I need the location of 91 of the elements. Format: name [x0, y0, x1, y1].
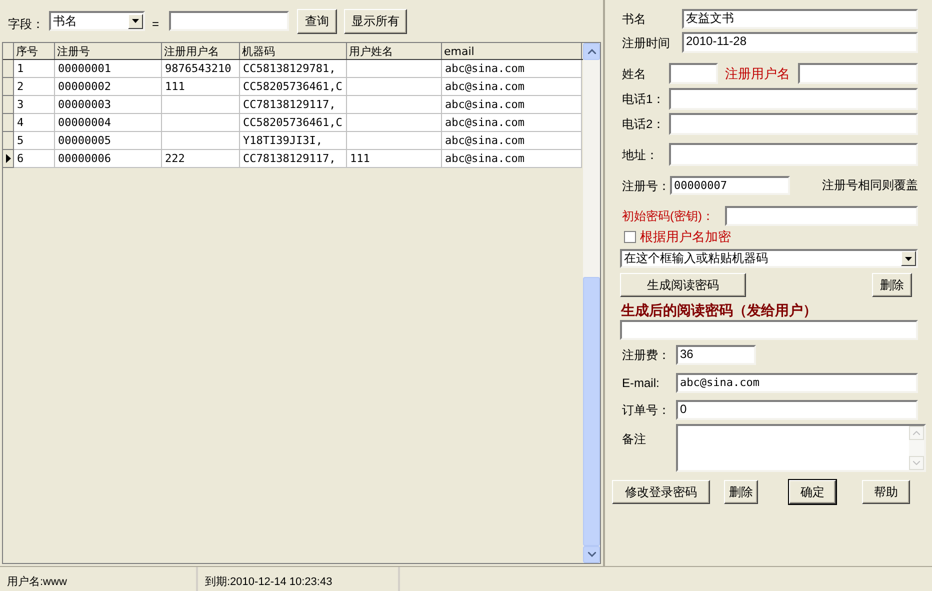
field-label: 姓名: [622, 66, 647, 82]
column-header[interactable]: 注册号: [55, 43, 162, 59]
change-password-button[interactable]: 修改登录密码: [612, 480, 710, 504]
query-button[interactable]: 查询: [297, 8, 338, 34]
table-cell: 00000004: [55, 114, 162, 132]
vertical-scrollbar[interactable]: [583, 43, 600, 563]
table-cell: 00000005: [55, 132, 162, 150]
chevron-down-icon: [588, 552, 596, 557]
table-cell: 00000001: [55, 60, 162, 78]
input-field[interactable]: 36: [676, 345, 756, 365]
input-field[interactable]: [669, 63, 718, 84]
input-field[interactable]: [669, 113, 918, 135]
field-label: 电话2：: [622, 116, 666, 133]
table-cell: CC58205736461,C: [240, 78, 347, 96]
input-field[interactable]: 友益文书: [682, 9, 918, 29]
scroll-down-button[interactable]: [583, 546, 600, 563]
help-button[interactable]: 帮助: [862, 480, 910, 504]
checkbox-label: 根据用户名加密: [640, 228, 731, 246]
table-cell: abc@sina.com: [442, 60, 582, 78]
status-text: 用户名:www: [0, 567, 198, 591]
table-cell: 111: [162, 78, 240, 96]
ok-button[interactable]: 确定: [789, 480, 836, 504]
column-header[interactable]: 序号: [14, 43, 55, 59]
dropdown-arrow-icon: [905, 256, 912, 260]
chevron-up-icon: [913, 431, 920, 435]
table-cell: 222: [162, 150, 240, 168]
table-cell: CC78138129117,: [240, 96, 347, 114]
delete-button[interactable]: 删除: [872, 273, 912, 297]
table-cell: CC78138129117,: [240, 150, 347, 168]
field-label: E-mail:: [622, 375, 660, 392]
table-cell: CC58138129781,: [240, 60, 347, 78]
table-cell: 4: [14, 114, 55, 132]
table-cell: Y18TI39JI3I,: [240, 132, 347, 150]
table-cell: abc@sina.com: [442, 96, 582, 114]
table-cell: abc@sina.com: [442, 78, 582, 96]
field-label: 电话1：: [622, 91, 666, 108]
checkbox[interactable]: [624, 231, 636, 243]
dropdown-arrow-icon: [132, 19, 139, 23]
table-cell: 9876543210: [162, 60, 240, 78]
input-field[interactable]: [669, 143, 918, 166]
table-cell: 2: [14, 78, 55, 96]
input-field[interactable]: 2010-11-28: [682, 32, 918, 53]
table-cell: 1: [14, 60, 55, 78]
section-heading: 生成后的阅读密码（发给用户）: [621, 301, 817, 320]
column-header[interactable]: 机器码: [240, 43, 347, 59]
table-cell: 00000002: [55, 78, 162, 96]
field-label: 注册用户名: [725, 64, 791, 83]
table-cell: CC58205736461,C: [240, 114, 347, 132]
delete-button[interactable]: 删除: [724, 480, 758, 504]
field-label: 书名: [622, 11, 647, 28]
table-cell: 111: [347, 150, 442, 168]
equals-sign: =: [152, 16, 160, 33]
field-label: 字段：: [8, 16, 45, 33]
scroll-thumb[interactable]: [583, 277, 600, 546]
field-label: 订单号：: [622, 402, 671, 419]
table-cell: 6: [14, 150, 55, 168]
search-field[interactable]: [169, 11, 290, 31]
generate-password-button[interactable]: 生成阅读密码: [620, 273, 746, 297]
column-header[interactable]: 注册用户名: [162, 43, 240, 59]
field-label: 注册费：: [622, 347, 671, 364]
show-all-button[interactable]: 显示所有: [344, 8, 408, 34]
input-field[interactable]: [669, 88, 918, 110]
table-cell: 00000003: [55, 96, 162, 114]
table-cell: abc@sina.com: [442, 114, 582, 132]
input-field[interactable]: abc@sina.com: [676, 373, 918, 393]
input-field[interactable]: [725, 206, 918, 226]
password-output-field[interactable]: [620, 320, 918, 340]
machine-code-combo[interactable]: 在这个框输入或粘贴机器码: [620, 249, 918, 268]
table-cell: 00000006: [55, 150, 162, 168]
input-field[interactable]: 00000007: [670, 176, 790, 195]
scroll-up-button[interactable]: [583, 43, 600, 60]
field-dropdown[interactable]: 书名: [49, 11, 145, 31]
chevron-up-icon: [588, 49, 596, 54]
table-cell: abc@sina.com: [442, 132, 582, 150]
input-field[interactable]: [798, 63, 918, 84]
status-text: 到期:2010-12-14 10:23:43: [198, 567, 400, 591]
chevron-down-icon: [913, 461, 920, 465]
table-cell: 5: [14, 132, 55, 150]
column-header[interactable]: 用户姓名: [347, 43, 442, 59]
current-row-icon: [6, 154, 10, 163]
field-label: 注册号：: [622, 178, 670, 194]
column-header[interactable]: email: [442, 43, 582, 59]
input-field[interactable]: 0: [676, 400, 918, 420]
field-label: 初始密码(密钥)：: [622, 208, 715, 225]
field-label: 注册时间: [622, 34, 671, 52]
table-cell: abc@sina.com: [442, 150, 582, 168]
field-label: 地址：: [622, 146, 659, 164]
row-selector[interactable]: [3, 150, 14, 168]
hint-text: 注册号相同则覆盖: [822, 177, 918, 194]
table-cell: 3: [14, 96, 55, 114]
field-label: 备注: [622, 431, 647, 448]
